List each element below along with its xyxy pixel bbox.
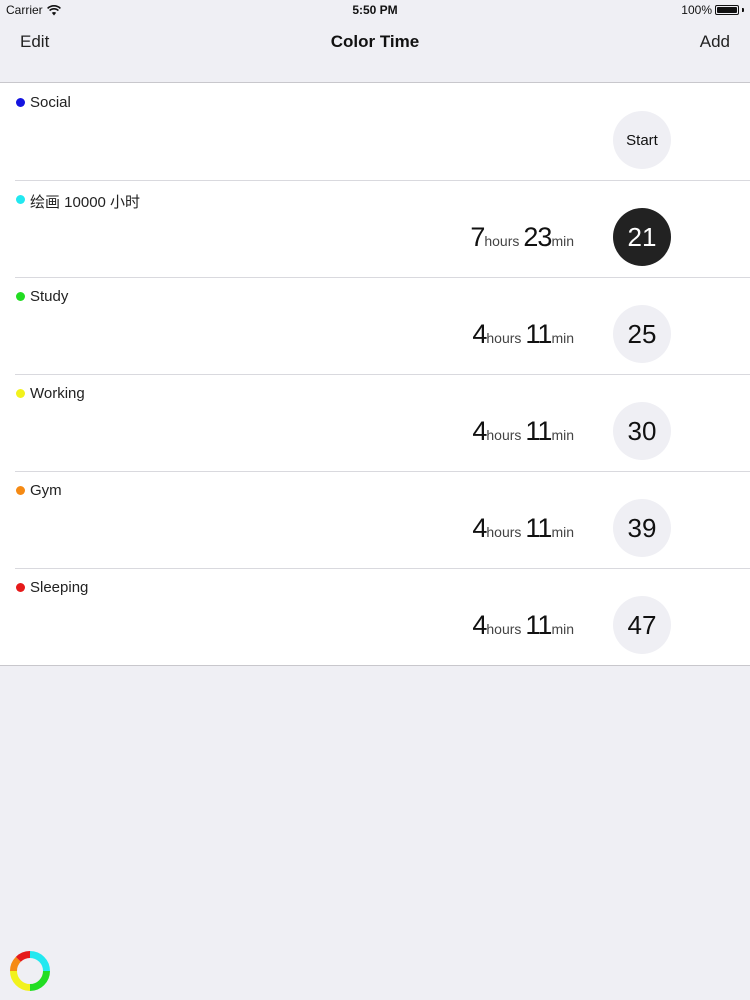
duration-hours: 4: [472, 513, 487, 543]
battery-percent: 100%: [681, 3, 712, 17]
duration-minutes-unit: min: [551, 330, 574, 346]
activity-row[interactable]: Gym 4hours 11min 39: [0, 471, 750, 568]
duration-minutes-unit: min: [551, 233, 574, 249]
activity-name: Gym: [30, 482, 62, 499]
activity-row[interactable]: Study 4hours 11min 25: [0, 277, 750, 374]
duration-hours: 4: [472, 610, 487, 640]
activity-duration: 4hours 11min: [472, 416, 574, 447]
activity-duration: 4hours 11min: [472, 319, 574, 350]
count-button[interactable]: 47: [613, 596, 671, 654]
duration-minutes-unit: min: [551, 621, 574, 637]
activity-row[interactable]: Sleeping 4hours 11min 47: [0, 568, 750, 665]
duration-hours-unit: hours: [486, 427, 522, 443]
activity-row[interactable]: Working 4hours 11min 30: [0, 374, 750, 471]
page-title: Color Time: [330, 32, 420, 51]
count-button[interactable]: 25: [613, 305, 671, 363]
color-dot-icon: [16, 292, 25, 301]
duration-minutes: 11: [525, 513, 552, 543]
count-button[interactable]: 39: [613, 499, 671, 557]
activity-row[interactable]: 绘画 10000 小时 7hours 23min 21: [0, 180, 750, 277]
color-dot-icon: [16, 98, 25, 107]
activity-name: Study: [30, 288, 69, 305]
duration-minutes-unit: min: [551, 524, 574, 540]
add-button[interactable]: Add: [700, 32, 730, 52]
start-button[interactable]: Start: [613, 111, 671, 169]
duration-hours: 7: [470, 222, 485, 252]
count-button[interactable]: 21: [613, 208, 671, 266]
duration-hours-unit: hours: [486, 524, 522, 540]
color-ring-logo-icon[interactable]: [10, 951, 50, 991]
status-time: 5:50 PM: [352, 3, 398, 17]
duration-hours-unit: hours: [486, 621, 522, 637]
color-dot-icon: [16, 389, 25, 398]
navigation-bar: Edit Color Time Add: [0, 20, 750, 83]
color-dot-icon: [16, 486, 25, 495]
activity-name: Social: [30, 94, 71, 111]
duration-hours: 4: [472, 416, 487, 446]
count-button[interactable]: 30: [613, 402, 671, 460]
duration-minutes-unit: min: [551, 427, 574, 443]
status-bar: Carrier 5:50 PM 100%: [0, 0, 750, 20]
duration-hours-unit: hours: [484, 233, 520, 249]
activity-duration: 4hours 11min: [472, 610, 574, 641]
battery-tip: [742, 8, 744, 12]
activity-row[interactable]: Social Start: [0, 83, 750, 180]
duration-hours: 4: [472, 319, 487, 349]
color-dot-icon: [16, 583, 25, 592]
activity-list: Social Start 绘画 10000 小时 7hours 23min 21 Study…: [0, 83, 750, 666]
duration-minutes: 11: [525, 416, 552, 446]
activity-name: 绘画 10000 小时: [30, 194, 141, 211]
activity-name: Sleeping: [30, 579, 89, 596]
color-dot-icon: [16, 195, 25, 204]
duration-minutes: 11: [525, 319, 552, 349]
battery-info: 100%: [681, 3, 744, 17]
activity-duration: 7hours 23min: [470, 222, 574, 253]
duration-hours-unit: hours: [486, 330, 522, 346]
battery-icon: [715, 5, 739, 15]
duration-minutes: 11: [525, 610, 552, 640]
activity-name: Working: [30, 385, 85, 402]
duration-minutes: 23: [523, 222, 552, 252]
activity-duration: 4hours 11min: [472, 513, 574, 544]
